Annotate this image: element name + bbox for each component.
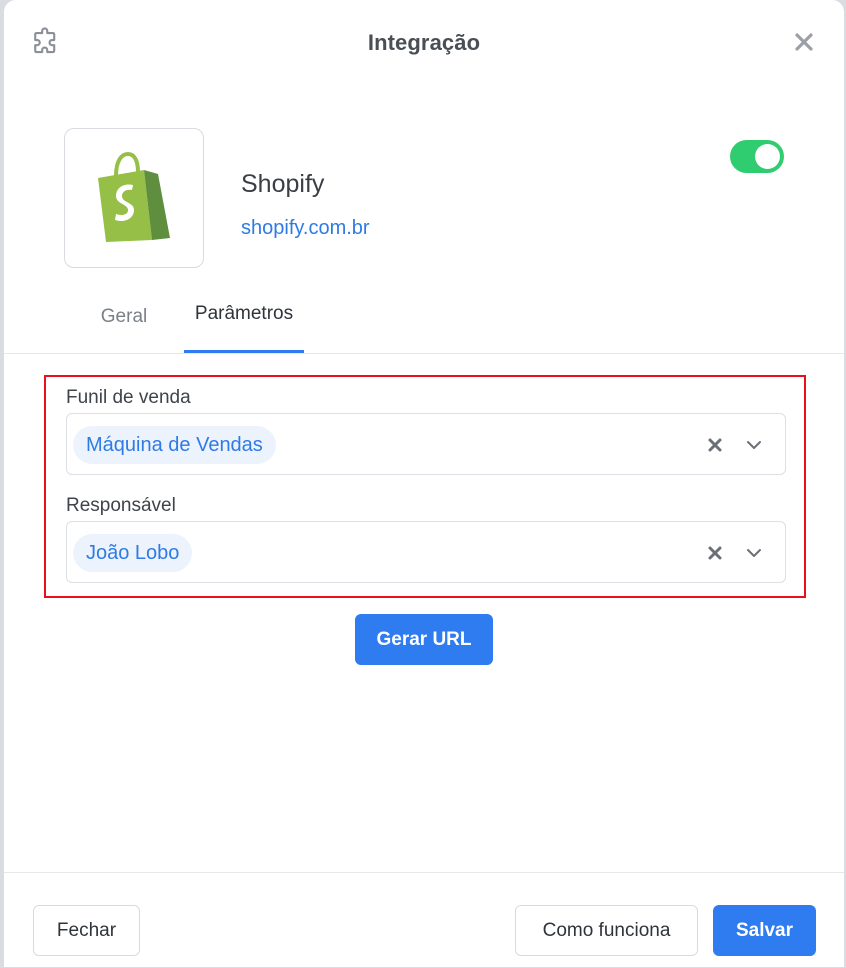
tab-geral-label: Geral: [100, 306, 148, 327]
chevron-down-icon[interactable]: [745, 436, 763, 454]
close-icon[interactable]: [792, 30, 816, 54]
close-button[interactable]: Fechar: [33, 905, 140, 956]
parameters-section: Funil de venda Máquina de Vendas Respons…: [44, 375, 806, 598]
app-logo: [64, 128, 204, 268]
funnel-label: Funil de venda: [66, 387, 191, 408]
chevron-down-icon[interactable]: [745, 544, 763, 562]
save-button[interactable]: Salvar: [713, 905, 816, 956]
modal-title: Integração: [367, 30, 481, 55]
app-name: Shopify: [241, 170, 325, 198]
how-it-works-button[interactable]: Como funciona: [515, 905, 698, 956]
integration-modal: Integração Shopify shopify.com.br Geral …: [4, 0, 844, 967]
tab-parametros[interactable]: Parâmetros: [184, 290, 304, 353]
shopify-bag-icon: [98, 152, 170, 242]
owner-select[interactable]: João Lobo: [66, 521, 786, 583]
app-website-link[interactable]: shopify.com.br: [241, 217, 370, 240]
owner-selected-chip: João Lobo: [73, 534, 193, 572]
clear-icon[interactable]: [707, 437, 723, 453]
tab-geral[interactable]: Geral: [84, 290, 164, 352]
modal-header: Integração: [4, 0, 844, 86]
generate-url-button[interactable]: Gerar URL: [355, 614, 493, 665]
tab-parametros-label: Parâmetros: [194, 303, 294, 324]
tab-bar: Geral Parâmetros: [4, 290, 844, 354]
funnel-select[interactable]: Máquina de Vendas: [66, 413, 786, 475]
owner-label: Responsável: [66, 495, 176, 516]
clear-icon[interactable]: [707, 545, 723, 561]
modal-footer: Fechar Como funciona Salvar: [4, 872, 844, 968]
funnel-selected-chip: Máquina de Vendas: [73, 426, 276, 464]
integration-toggle[interactable]: [730, 140, 784, 173]
toggle-knob: [755, 144, 780, 169]
